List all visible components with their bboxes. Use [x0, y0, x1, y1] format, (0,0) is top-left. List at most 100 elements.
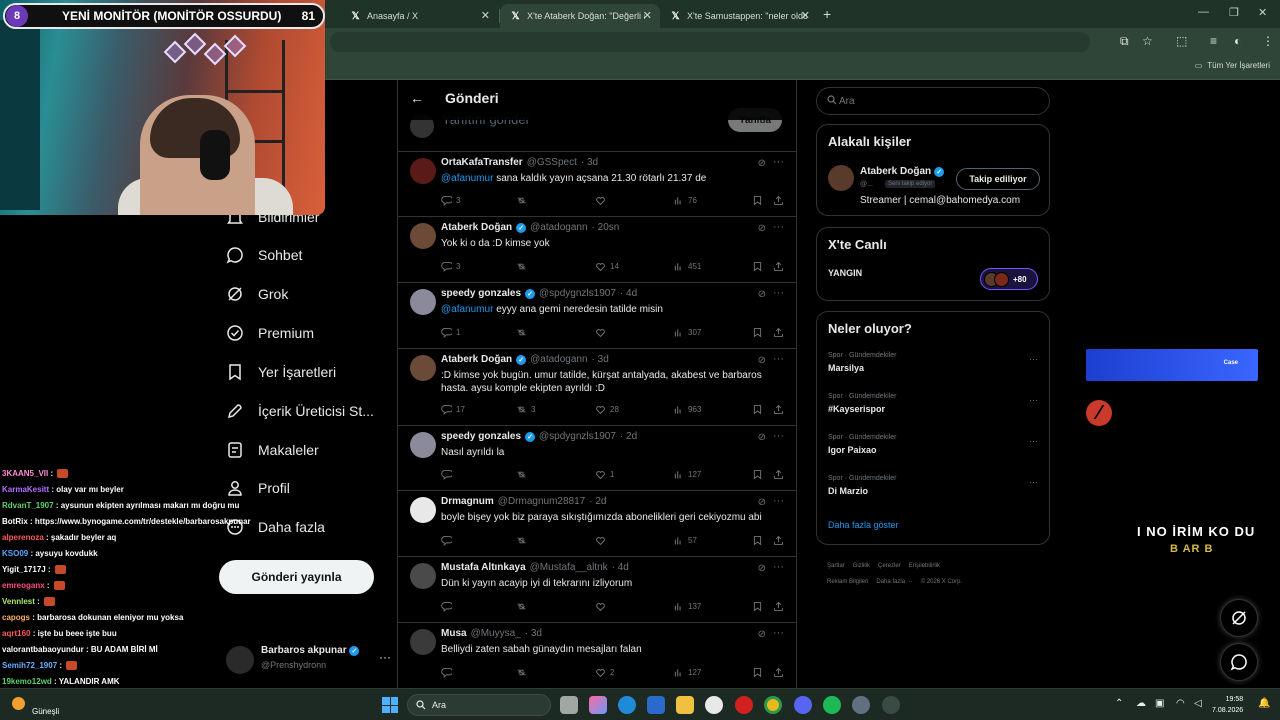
- live-space-title[interactable]: YANGIN: [828, 268, 862, 278]
- grok-icon[interactable]: ⊘: [758, 432, 766, 443]
- footer-link[interactable]: Çerezler: [878, 563, 901, 569]
- sidebar-item-6[interactable]: Makaleler: [226, 441, 319, 459]
- avatar[interactable]: [410, 629, 436, 655]
- footer-link[interactable]: Şartlar: [827, 563, 845, 569]
- browser-tab-home[interactable]: 𝕏 Anasayfa / X ✕: [340, 4, 498, 28]
- outlook-icon[interactable]: [647, 696, 665, 714]
- sidebar-item-4[interactable]: Yer İşaretleri: [226, 363, 336, 381]
- grok-icon[interactable]: ⊘: [758, 289, 766, 300]
- like-button[interactable]: [595, 535, 610, 546]
- share-button[interactable]: [773, 261, 784, 272]
- more-dots-icon[interactable]: ···: [773, 353, 784, 365]
- chat-username[interactable]: valorantbabaoyundur: [2, 645, 84, 654]
- author-name[interactable]: Musa: [441, 628, 467, 639]
- maximize-icon[interactable]: ❐: [1229, 6, 1239, 19]
- window-close-icon[interactable]: ✕: [1258, 6, 1267, 19]
- close-icon[interactable]: ✕: [801, 9, 810, 22]
- more-dots-icon[interactable]: ···: [1029, 395, 1038, 405]
- tweet-reply[interactable]: Ataberk Doğan ✓ @atadogann · 20sn ⊘ ··· Yok ki…: [398, 217, 796, 283]
- author-name[interactable]: Ataberk Doğan: [441, 354, 512, 365]
- edge-icon[interactable]: [618, 696, 636, 714]
- footer-link[interactable]: Daha fazla ···: [876, 579, 912, 585]
- following-button[interactable]: Takip ediliyor: [956, 168, 1040, 190]
- avatar[interactable]: [410, 355, 436, 381]
- bookmark-button[interactable]: [752, 667, 763, 678]
- more-dots-icon[interactable]: ···: [773, 287, 784, 299]
- obs-icon[interactable]: [882, 696, 900, 714]
- like-button[interactable]: 1: [595, 469, 614, 480]
- footer-link[interactable]: Erişilebilirlik: [909, 563, 940, 569]
- timestamp[interactable]: · 4d: [612, 562, 629, 573]
- tweet-reply[interactable]: speedy gonzales ✓ @spdygnzls1907 · 4d ⊘ ··· @a…: [398, 283, 796, 349]
- timestamp[interactable]: · 4d: [620, 288, 637, 299]
- sidebar-item-2[interactable]: Grok: [226, 285, 288, 303]
- sidebar-item-3[interactable]: Premium: [226, 324, 314, 342]
- like-button[interactable]: 14: [595, 261, 619, 272]
- chat-username[interactable]: aqrt160: [2, 629, 30, 638]
- chat-username[interactable]: 19kemo12wd: [2, 677, 52, 686]
- menu-icon[interactable]: ⋮: [1262, 34, 1274, 48]
- retweet-button[interactable]: [516, 195, 531, 206]
- author-name[interactable]: Ataberk Doğan: [441, 222, 512, 233]
- chat-username[interactable]: BotRix: [2, 517, 28, 526]
- mention-link[interactable]: @afanumur: [441, 173, 493, 184]
- new-tab-button[interactable]: +: [823, 6, 831, 22]
- reply-button[interactable]: [441, 667, 456, 678]
- chat-username[interactable]: alperenoza: [2, 533, 44, 542]
- more-dots-icon[interactable]: ···: [773, 156, 784, 168]
- retweet-button[interactable]: 3: [516, 404, 535, 415]
- like-button[interactable]: [595, 327, 610, 338]
- views-button[interactable]: 57: [673, 535, 697, 546]
- address-field[interactable]: [330, 32, 1090, 52]
- like-button[interactable]: [595, 195, 610, 206]
- grok-icon[interactable]: ⊘: [758, 355, 766, 366]
- avatar[interactable]: [410, 563, 436, 589]
- cast-icon[interactable]: ⧉: [1120, 34, 1129, 49]
- volume-icon[interactable]: ◁: [1194, 698, 1202, 709]
- close-icon[interactable]: ✕: [643, 9, 652, 22]
- tweet-reply[interactable]: OrtaKafaTransfer @GSSpect · 3d ⊘ ··· @afanumu…: [398, 152, 796, 217]
- timestamp[interactable]: · 2d: [620, 431, 637, 442]
- avatar[interactable]: [410, 223, 436, 249]
- tweet-reply[interactable]: speedy gonzales ✓ @spdygnzls1907 · 2d ⊘ ··· Na…: [398, 426, 796, 491]
- share-button[interactable]: [773, 469, 784, 480]
- reply-button[interactable]: [441, 535, 456, 546]
- spotify-icon[interactable]: [823, 696, 841, 714]
- bookmark-button[interactable]: [752, 535, 763, 546]
- browser-tab-ataberk[interactable]: 𝕏 X'te Ataberk Doğan: "Değerli a ✕: [500, 4, 660, 28]
- reply-button[interactable]: [441, 469, 456, 480]
- author-name[interactable]: OrtaKafaTransfer: [441, 157, 523, 168]
- search-input[interactable]: Ara: [816, 87, 1050, 115]
- show-more-link[interactable]: Daha fazla göster: [828, 520, 899, 530]
- chat-username[interactable]: 3KAAN5_VII: [2, 469, 48, 478]
- views-button[interactable]: 137: [673, 601, 701, 612]
- tweet-reply[interactable]: Drmagnum @Drmagnum28817 · 2d ⊘ ··· boyle bişe…: [398, 491, 796, 557]
- more-dots-icon[interactable]: ···: [773, 221, 784, 233]
- back-arrow-icon[interactable]: ←: [410, 90, 424, 106]
- weather-widget[interactable]: Güneşli: [12, 693, 122, 717]
- share-button[interactable]: [773, 535, 784, 546]
- taskbar-search[interactable]: Ara: [407, 694, 551, 716]
- avatar[interactable]: [410, 289, 436, 315]
- reply-button[interactable]: 3: [441, 261, 460, 272]
- views-button[interactable]: 307: [673, 327, 701, 338]
- share-button[interactable]: [773, 404, 784, 415]
- more-dots-icon[interactable]: ···: [1029, 354, 1038, 364]
- messages-fab[interactable]: [1220, 643, 1258, 681]
- reply-button[interactable]: 3: [441, 195, 460, 206]
- author-name[interactable]: speedy gonzales: [441, 431, 521, 442]
- more-dots-icon[interactable]: ···: [1029, 436, 1038, 446]
- bookmark-button[interactable]: [752, 404, 763, 415]
- avatar[interactable]: [410, 497, 436, 523]
- bookmark-button[interactable]: [752, 327, 763, 338]
- grok-fab[interactable]: [1220, 599, 1258, 637]
- mention-link[interactable]: @afanumur: [441, 304, 493, 315]
- app-tray-icon[interactable]: ▣: [1155, 698, 1164, 709]
- settings-gear-icon[interactable]: [852, 696, 870, 714]
- star-icon[interactable]: ☆: [1142, 34, 1153, 48]
- tweet-reply[interactable]: Ataberk Doğan ✓ @atadogann · 3d ⊘ ···:D kimse…: [398, 349, 796, 426]
- trend-item[interactable]: Spor · Gündemdekiler Igor Paixao ···: [828, 434, 1038, 455]
- retweet-button[interactable]: [516, 535, 531, 546]
- system-clock[interactable]: 19:58 7.08.2026: [1212, 694, 1243, 716]
- avatar[interactable]: [410, 432, 436, 458]
